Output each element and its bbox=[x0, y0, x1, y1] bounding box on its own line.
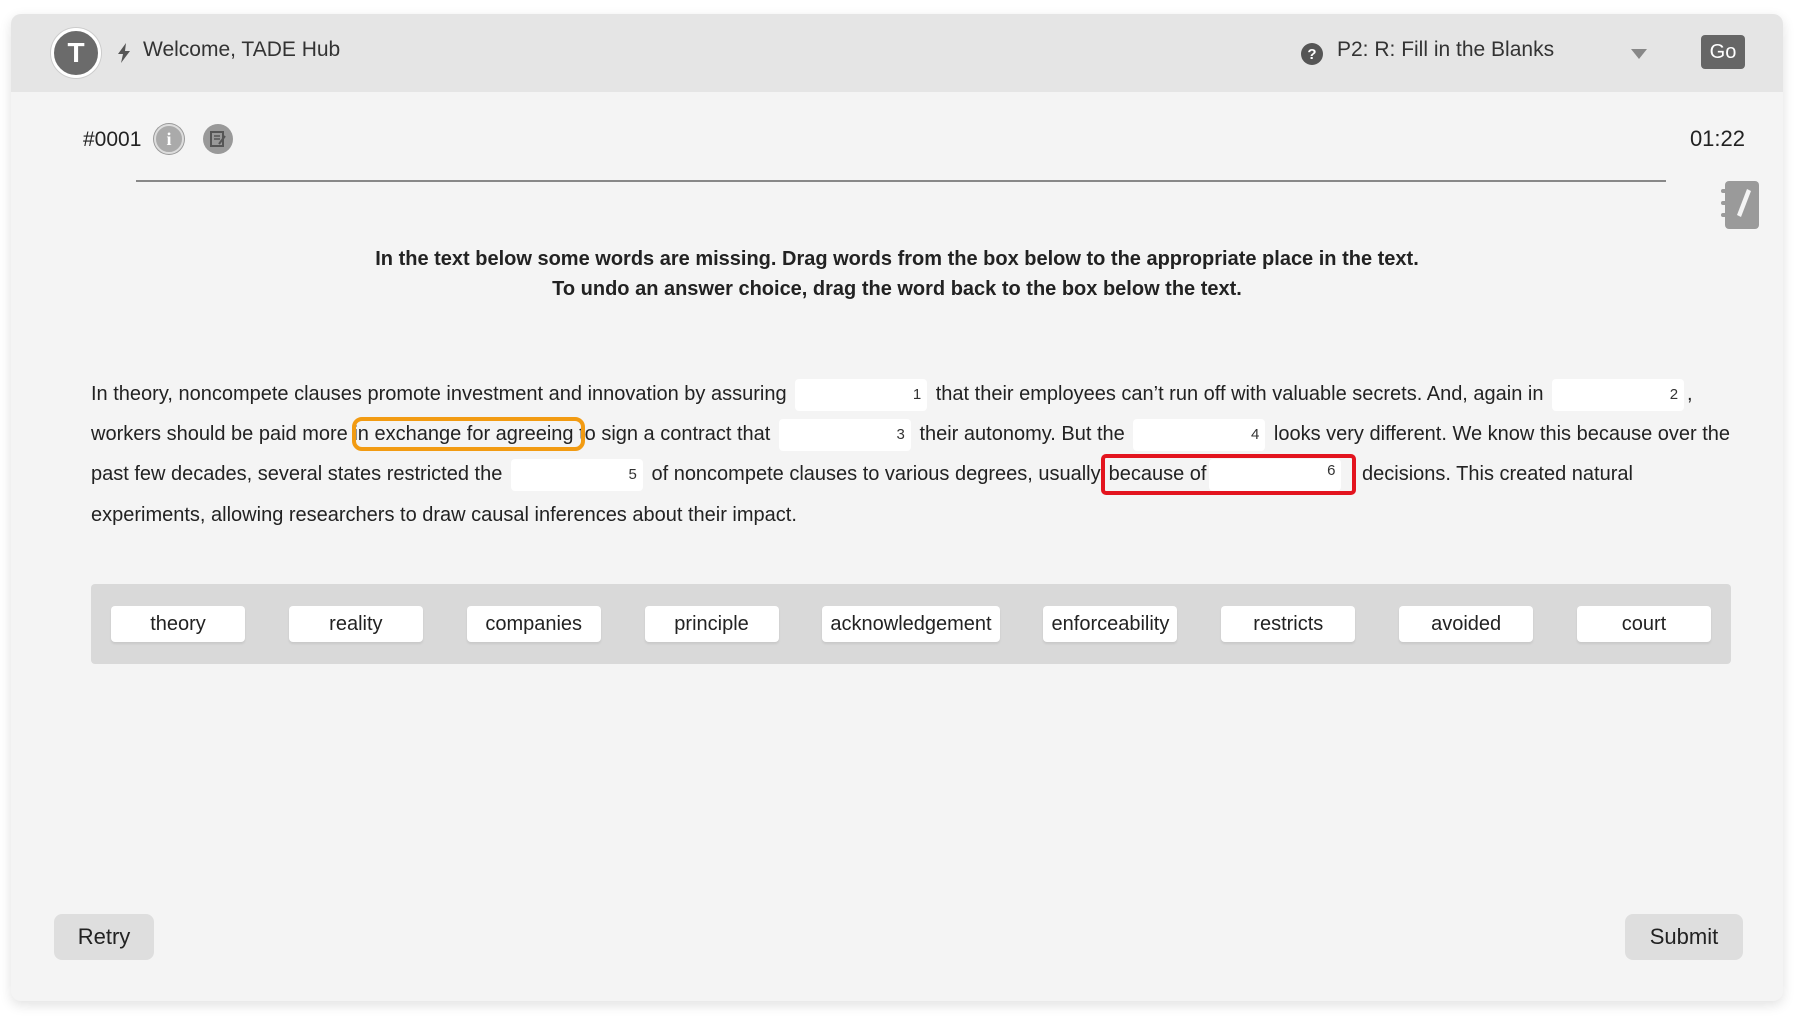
highlight-orange: n exchange for agreeing bbox=[351, 417, 586, 451]
word-chip[interactable]: principle bbox=[644, 606, 779, 642]
go-button[interactable]: Go bbox=[1701, 35, 1745, 69]
submit-button[interactable]: Submit bbox=[1625, 914, 1743, 960]
blank-6[interactable]: 6 bbox=[1209, 458, 1342, 491]
passage-text: to sign a contract that bbox=[579, 423, 771, 445]
blank-5[interactable]: 5 bbox=[510, 458, 643, 491]
blank-2[interactable]: 2 bbox=[1552, 378, 1685, 411]
divider bbox=[136, 180, 1666, 182]
timer: 01:22 bbox=[1689, 126, 1745, 151]
avatar[interactable]: T bbox=[51, 28, 101, 78]
help-icon[interactable]: ? bbox=[1301, 43, 1323, 65]
info-icon[interactable]: i bbox=[154, 124, 184, 154]
word-chip[interactable]: companies bbox=[466, 606, 601, 642]
instruction-line-2: To undo an answer choice, drag the word … bbox=[552, 278, 1242, 300]
word-bank: theory reality companies principle ackno… bbox=[91, 584, 1731, 664]
blank-number: 2 bbox=[1669, 385, 1679, 403]
instruction-line-1: In the text below some words are missing… bbox=[375, 248, 1419, 270]
word-chip[interactable]: acknowledgement bbox=[822, 606, 1000, 642]
passage-text: that their employees can’t run off with … bbox=[935, 383, 1544, 405]
highlight-red: because of 6 bbox=[1100, 454, 1357, 495]
app-window: T Welcome, TADE Hub ? P2: R: Fill in the… bbox=[11, 14, 1783, 1001]
notes-icon[interactable] bbox=[203, 124, 233, 154]
passage-text: of noncompete clauses to various degrees… bbox=[651, 463, 1101, 485]
blank-3[interactable]: 3 bbox=[778, 418, 911, 451]
passage-text: In theory, noncompete clauses promote in… bbox=[91, 383, 787, 405]
welcome-text: Welcome, TADE Hub bbox=[143, 38, 341, 61]
blank-number: 3 bbox=[896, 425, 905, 443]
word-chip[interactable]: enforceability bbox=[1043, 606, 1178, 642]
word-chip[interactable]: reality bbox=[288, 606, 423, 642]
instructions: In the text below some words are missing… bbox=[11, 244, 1783, 304]
word-chip[interactable]: avoided bbox=[1399, 606, 1534, 642]
blank-4[interactable]: 4 bbox=[1133, 418, 1266, 451]
word-chip[interactable]: court bbox=[1576, 606, 1711, 642]
passage-text: their autonomy. But the bbox=[919, 423, 1125, 445]
top-bar: T Welcome, TADE Hub ? P2: R: Fill in the… bbox=[11, 14, 1783, 92]
passage: In theory, noncompete clauses promote in… bbox=[91, 374, 1731, 535]
notebook-pencil-icon[interactable] bbox=[1719, 179, 1763, 231]
blank-number: 5 bbox=[628, 465, 637, 483]
blank-number: 4 bbox=[1250, 425, 1260, 443]
word-chip[interactable]: theory bbox=[111, 606, 245, 642]
chevron-down-icon[interactable] bbox=[1631, 49, 1647, 59]
blank-1[interactable]: 1 bbox=[795, 378, 928, 411]
question-number: #0001 bbox=[83, 128, 142, 151]
task-selector[interactable]: P2: R: Fill in the Blanks bbox=[1337, 38, 1554, 62]
bolt-icon bbox=[118, 43, 130, 63]
retry-button[interactable]: Retry bbox=[54, 914, 154, 960]
blank-number: 1 bbox=[912, 385, 922, 403]
word-chip[interactable]: restricts bbox=[1221, 606, 1356, 642]
blank-number: 6 bbox=[1327, 461, 1336, 479]
highlight-red-text: because of bbox=[1108, 463, 1207, 485]
